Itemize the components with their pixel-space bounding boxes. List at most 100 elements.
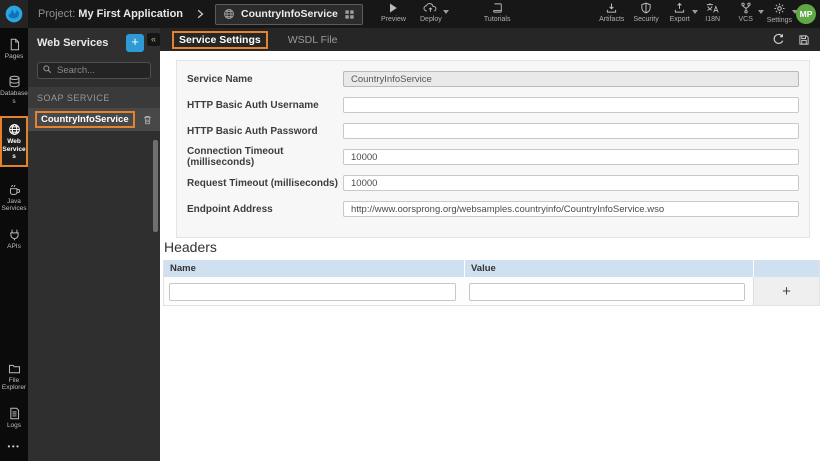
branch-icon: [741, 2, 751, 14]
settings-label: Settings: [766, 17, 792, 24]
sidebar-item-file-explorer[interactable]: File Explorer: [0, 356, 28, 397]
request-timeout-field[interactable]: [343, 175, 799, 191]
deploy-label: Deploy: [420, 16, 442, 23]
panel-header: Web Services +: [28, 28, 160, 58]
web-services-label: Web Services: [2, 138, 26, 161]
connection-timeout-field[interactable]: [343, 149, 799, 165]
export-button[interactable]: Export: [668, 2, 698, 24]
tab-wsdl-file[interactable]: WSDL File: [288, 34, 338, 46]
form-row-service-name: Service Name: [187, 71, 799, 87]
action-column-header: [753, 260, 819, 277]
sidebar-item-pages[interactable]: Pages: [0, 32, 28, 65]
service-settings-form: Service Name HTTP Basic Auth Username HT…: [176, 60, 810, 238]
settings-button[interactable]: Settings: [766, 2, 798, 24]
security-label: Security: [633, 16, 659, 23]
form-row-auth-username: HTTP Basic Auth Username: [187, 97, 799, 113]
book-icon: [492, 3, 502, 13]
search-row: [37, 60, 151, 79]
headers-table: Name Value +: [163, 260, 820, 306]
globe-icon: [8, 124, 20, 136]
service-name-field: [343, 71, 799, 87]
page-icon: [10, 38, 19, 51]
name-column-header: Name: [170, 263, 196, 274]
auth-password-field[interactable]: [343, 123, 799, 139]
add-header-button[interactable]: +: [753, 277, 819, 305]
sidebar-item-databases[interactable]: Databases: [0, 69, 28, 110]
header-name-input[interactable]: [169, 282, 456, 301]
web-services-panel: Web Services + « SOAP SERVICE CountryInf…: [28, 28, 160, 461]
service-settings-content: Service Name HTTP Basic Auth Username HT…: [160, 51, 820, 461]
export-label: Export: [669, 16, 690, 23]
sidebar-item-apis[interactable]: APIs: [0, 222, 28, 255]
tab-service-settings[interactable]: Service Settings: [172, 30, 268, 49]
sidebar-item-web-services[interactable]: Web Services: [0, 116, 28, 167]
service-tabbar: Service Settings WSDL File: [160, 28, 820, 51]
plug-icon: [9, 229, 19, 240]
logs-label: Logs: [6, 421, 22, 429]
service-list-item[interactable]: CountryInfoService: [28, 108, 160, 131]
user-avatar[interactable]: MP: [796, 4, 816, 24]
tutorials-label: Tutorials: [483, 16, 511, 23]
form-row-auth-password: HTTP Basic Auth Password: [187, 123, 799, 139]
panel-scrollbar[interactable]: [153, 140, 158, 232]
auth-username-field[interactable]: [343, 97, 799, 113]
project-breadcrumb: Project: My First Application: [38, 8, 183, 20]
search-input[interactable]: [37, 62, 151, 79]
chevron-right-icon: [195, 8, 205, 20]
database-icon: [9, 76, 19, 88]
preview-button[interactable]: Preview: [381, 2, 406, 23]
grid-icon[interactable]: [344, 9, 355, 20]
topbar-center-actions: Preview Deploy Tutorials: [381, 2, 511, 23]
soap-service-section-label: SOAP SERVICE: [28, 87, 160, 108]
sidebar-item-java-services[interactable]: Java Services: [0, 177, 28, 218]
chevron-down-icon: [757, 10, 764, 14]
form-row-connection-timeout: Connection Timeout (milliseconds): [187, 146, 799, 168]
add-service-button[interactable]: +: [126, 34, 144, 52]
service-item-label[interactable]: CountryInfoService: [35, 111, 135, 128]
pages-label: Pages: [4, 53, 24, 60]
headers-section-title: Headers: [164, 239, 217, 255]
service-tab-label: CountryInfoService: [241, 8, 338, 20]
deploy-button[interactable]: Deploy: [419, 2, 449, 23]
chevron-down-icon: [442, 10, 449, 14]
endpoint-address-label: Endpoint Address: [187, 203, 273, 215]
app-logo[interactable]: [0, 0, 28, 28]
folder-icon: [8, 364, 20, 373]
service-name-label: Service Name: [187, 73, 253, 85]
form-row-endpoint-address: Endpoint Address: [187, 201, 799, 217]
databases-label: Databases: [0, 90, 28, 105]
search-icon: [42, 64, 52, 74]
vcs-label: VCS: [738, 16, 753, 23]
auth-username-label: HTTP Basic Auth Username: [187, 99, 319, 111]
trash-icon[interactable]: [142, 114, 153, 126]
more-options-button[interactable]: •••: [8, 434, 21, 461]
project-name: My First Application: [78, 8, 184, 20]
wavemaker-logo-icon: [5, 5, 23, 23]
security-button[interactable]: Security: [633, 2, 659, 24]
topbar-right-actions: Artifacts Security Export I18N VCS Setti…: [599, 2, 798, 24]
value-column-header: Value: [464, 260, 753, 277]
artifacts-button[interactable]: Artifacts: [599, 2, 624, 24]
play-icon: [390, 3, 398, 13]
refresh-icon[interactable]: [772, 33, 785, 46]
sidebar-item-logs[interactable]: Logs: [0, 401, 28, 434]
collapse-panel-button[interactable]: «: [147, 33, 160, 46]
i18n-label: I18N: [705, 16, 721, 23]
connection-timeout-label: Connection Timeout (milliseconds): [187, 146, 284, 168]
cloud-upload-icon: [423, 3, 437, 12]
header-value-input[interactable]: [469, 282, 745, 301]
apis-label: APIs: [7, 242, 21, 250]
save-icon[interactable]: [798, 34, 810, 46]
project-label: Project:: [38, 8, 76, 20]
main-area: Service Settings WSDL File Service Name …: [160, 28, 820, 461]
file-explorer-label: File Explorer: [1, 376, 27, 392]
open-service-tab[interactable]: CountryInfoService: [215, 3, 363, 25]
tutorials-button[interactable]: Tutorials: [484, 2, 511, 23]
download-tray-icon: [607, 3, 617, 13]
header-value-cell: [464, 277, 753, 305]
artifacts-label: Artifacts: [599, 16, 625, 23]
translate-icon: [707, 3, 719, 13]
endpoint-address-field[interactable]: [343, 201, 799, 217]
i18n-button[interactable]: I18N: [701, 2, 725, 24]
vcs-button[interactable]: VCS: [734, 2, 764, 24]
